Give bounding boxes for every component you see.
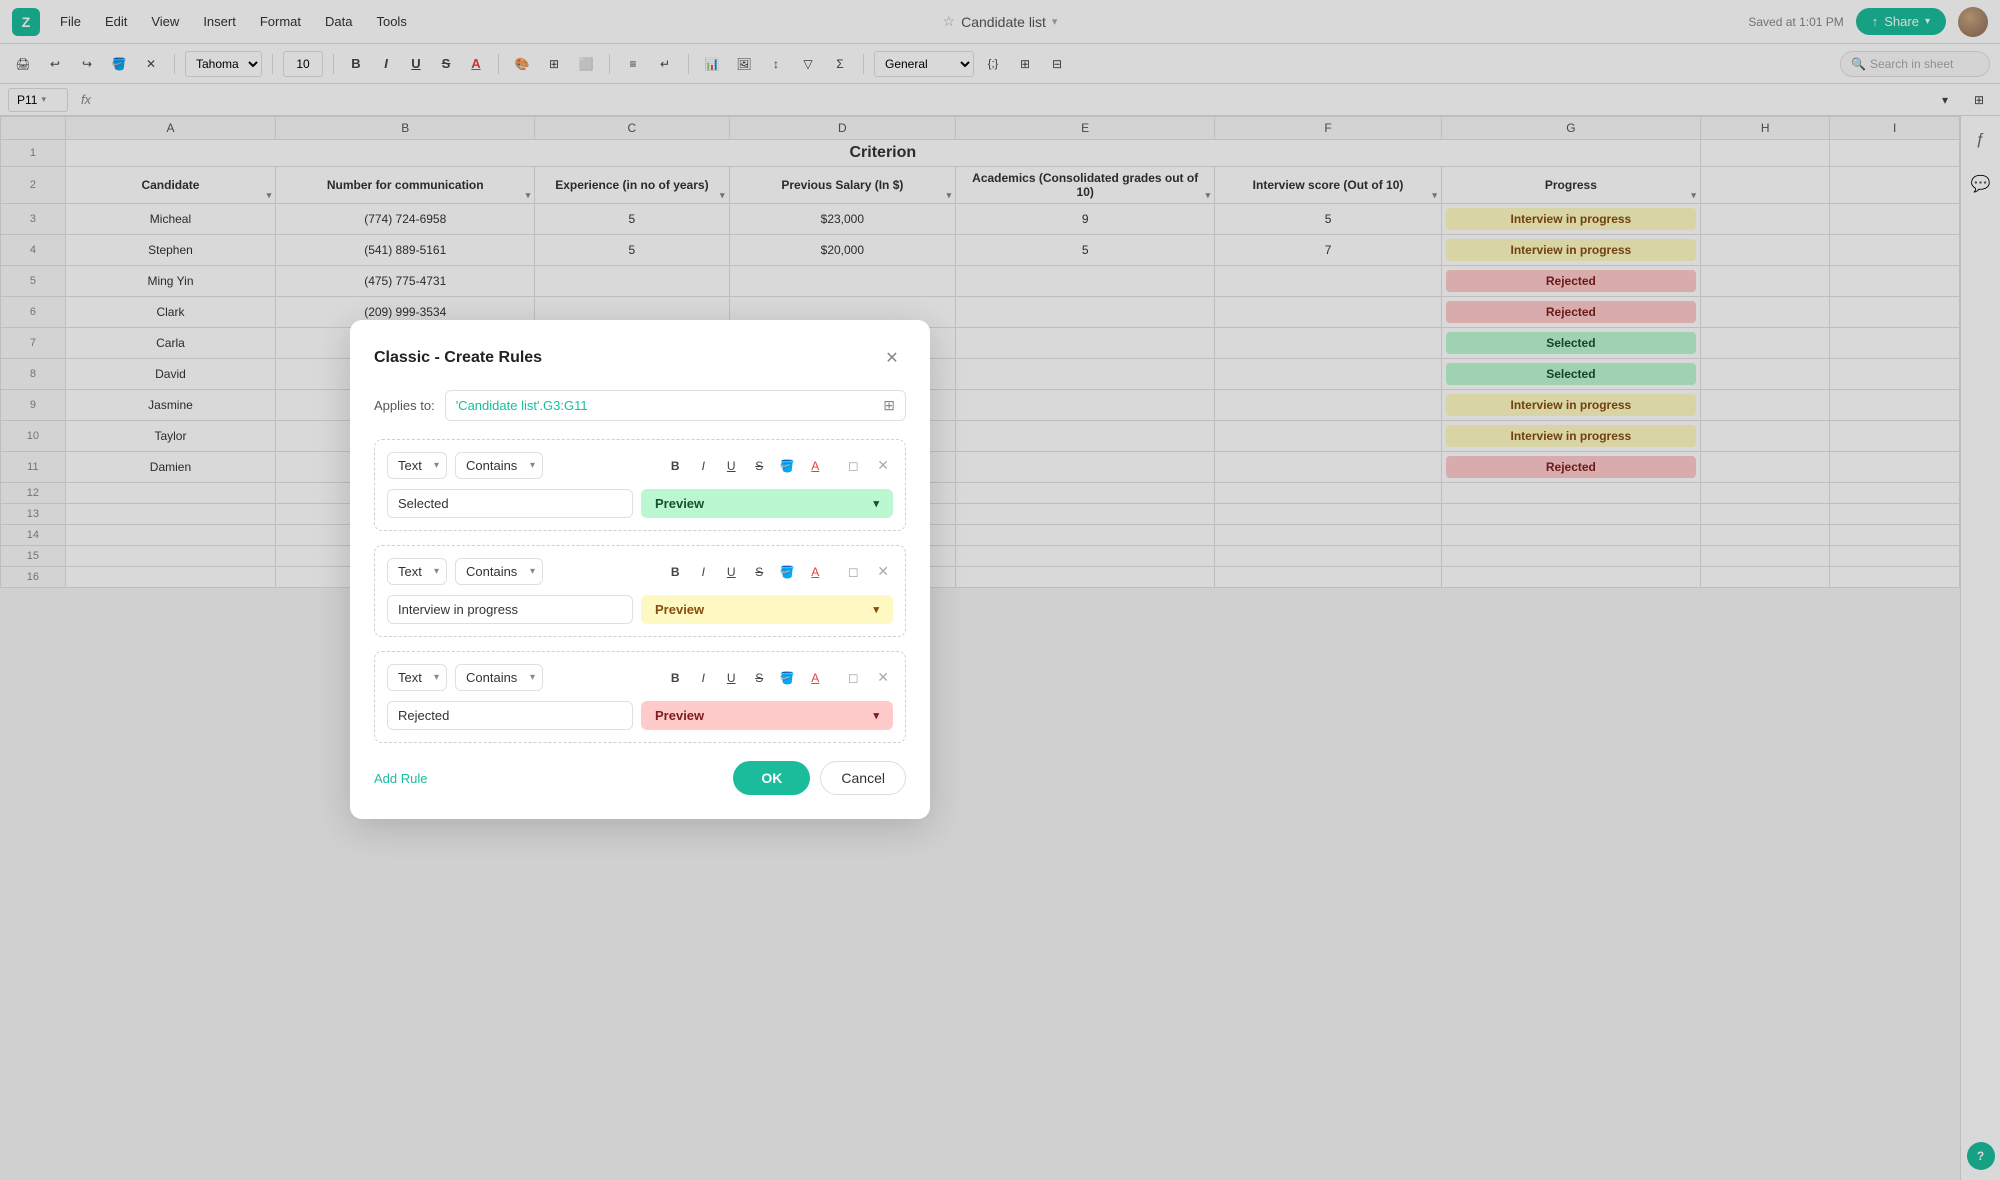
rule-row-1: Text Contains B I U S 🪣 A ◻ [374, 439, 906, 531]
rule-2-underline-btn[interactable]: U [719, 560, 743, 584]
rule-3-condition-select[interactable]: Contains [455, 664, 543, 691]
rule-1-italic-btn[interactable]: I [691, 454, 715, 478]
dialog-title: Classic - Create Rules [374, 349, 542, 367]
rule-2-format-icons: B I U S 🪣 A [663, 560, 827, 584]
rule-1-erase-btn[interactable]: ◻ [841, 454, 865, 478]
rule-2-bottom: Preview ▾ [387, 595, 893, 624]
rule-2-type-wrap[interactable]: Text [387, 558, 447, 585]
applies-row: Applies to: 'Candidate list'.G3:G11 ⊞ [374, 390, 906, 421]
rule-3-erase-btn[interactable]: ◻ [841, 666, 865, 690]
rule-1-remove-btn[interactable]: ✕ [873, 457, 893, 474]
rule-3-preview-btn[interactable]: Preview ▾ [641, 701, 893, 730]
rule-3-value-input[interactable] [387, 701, 633, 730]
dialog-header: Classic - Create Rules ✕ [374, 344, 906, 372]
rule-1-format-icons: B I U S 🪣 A [663, 454, 827, 478]
rule-1-font-color-btn[interactable]: A [803, 454, 827, 478]
rule-1-bold-btn[interactable]: B [663, 454, 687, 478]
rule-1-value-input[interactable] [387, 489, 633, 518]
rule-3-type-wrap[interactable]: Text [387, 664, 447, 691]
rule-1-type-wrap[interactable]: Text [387, 452, 447, 479]
chevron-down-icon[interactable]: ▾ [873, 497, 879, 510]
rule-2-type-select[interactable]: Text [387, 558, 447, 585]
rule-3-underline-btn[interactable]: U [719, 666, 743, 690]
rule-1-preview-label: Preview [655, 496, 704, 511]
rule-1-strike-btn[interactable]: S [747, 454, 771, 478]
rule-1-type-select[interactable]: Text [387, 452, 447, 479]
applies-value-field[interactable]: 'Candidate list'.G3:G11 ⊞ [445, 390, 906, 421]
rule-1-preview-btn[interactable]: Preview ▾ [641, 489, 893, 518]
rule-1-condition-wrap[interactable]: Contains [455, 452, 543, 479]
rule-row-2: Text Contains B I U S 🪣 A ◻ [374, 545, 906, 637]
rule-2-preview-label: Preview [655, 602, 704, 617]
rule-1-underline-btn[interactable]: U [719, 454, 743, 478]
rule-3-top: Text Contains B I U S 🪣 A ◻ [387, 664, 893, 691]
dialog-footer: Add Rule OK Cancel [374, 761, 906, 795]
rule-3-condition-wrap[interactable]: Contains [455, 664, 543, 691]
applies-range-text: 'Candidate list'.G3:G11 [456, 398, 588, 413]
chevron-down-icon[interactable]: ▾ [873, 603, 879, 616]
rule-2-condition-select[interactable]: Contains [455, 558, 543, 585]
rule-1-top: Text Contains B I U S 🪣 A ◻ [387, 452, 893, 479]
dialog-close-button[interactable]: ✕ [878, 344, 906, 372]
add-rule-link[interactable]: Add Rule [374, 771, 427, 786]
dialog-overlay: Classic - Create Rules ✕ Applies to: 'Ca… [0, 0, 2000, 1180]
rule-2-italic-btn[interactable]: I [691, 560, 715, 584]
rule-2-value-input[interactable] [387, 595, 633, 624]
rule-1-condition-select[interactable]: Contains [455, 452, 543, 479]
rule-2-erase-btn[interactable]: ◻ [841, 560, 865, 584]
rule-1-bottom: Preview ▾ [387, 489, 893, 518]
rule-2-strike-btn[interactable]: S [747, 560, 771, 584]
rule-3-bottom: Preview ▾ [387, 701, 893, 730]
create-rules-dialog: Classic - Create Rules ✕ Applies to: 'Ca… [350, 320, 930, 819]
ok-button[interactable]: OK [733, 761, 810, 795]
rule-3-italic-btn[interactable]: I [691, 666, 715, 690]
rule-3-preview-label: Preview [655, 708, 704, 723]
rule-3-font-color-btn[interactable]: A [803, 666, 827, 690]
rule-row-3: Text Contains B I U S 🪣 A ◻ [374, 651, 906, 743]
chevron-down-icon[interactable]: ▾ [873, 709, 879, 722]
rule-1-paint-btn[interactable]: 🪣 [775, 454, 799, 478]
cancel-button[interactable]: Cancel [820, 761, 906, 795]
rule-2-paint-btn[interactable]: 🪣 [775, 560, 799, 584]
footer-actions: OK Cancel [733, 761, 906, 795]
rule-3-remove-btn[interactable]: ✕ [873, 669, 893, 686]
rule-3-strike-btn[interactable]: S [747, 666, 771, 690]
rule-2-preview-btn[interactable]: Preview ▾ [641, 595, 893, 624]
rule-2-remove-btn[interactable]: ✕ [873, 563, 893, 580]
rule-2-font-color-btn[interactable]: A [803, 560, 827, 584]
range-picker-icon[interactable]: ⊞ [883, 397, 895, 414]
rule-2-bold-btn[interactable]: B [663, 560, 687, 584]
rule-3-bold-btn[interactable]: B [663, 666, 687, 690]
rule-3-format-icons: B I U S 🪣 A [663, 666, 827, 690]
rule-3-type-select[interactable]: Text [387, 664, 447, 691]
rule-2-top: Text Contains B I U S 🪣 A ◻ [387, 558, 893, 585]
applies-label: Applies to: [374, 398, 435, 413]
rule-3-paint-btn[interactable]: 🪣 [775, 666, 799, 690]
rule-2-condition-wrap[interactable]: Contains [455, 558, 543, 585]
